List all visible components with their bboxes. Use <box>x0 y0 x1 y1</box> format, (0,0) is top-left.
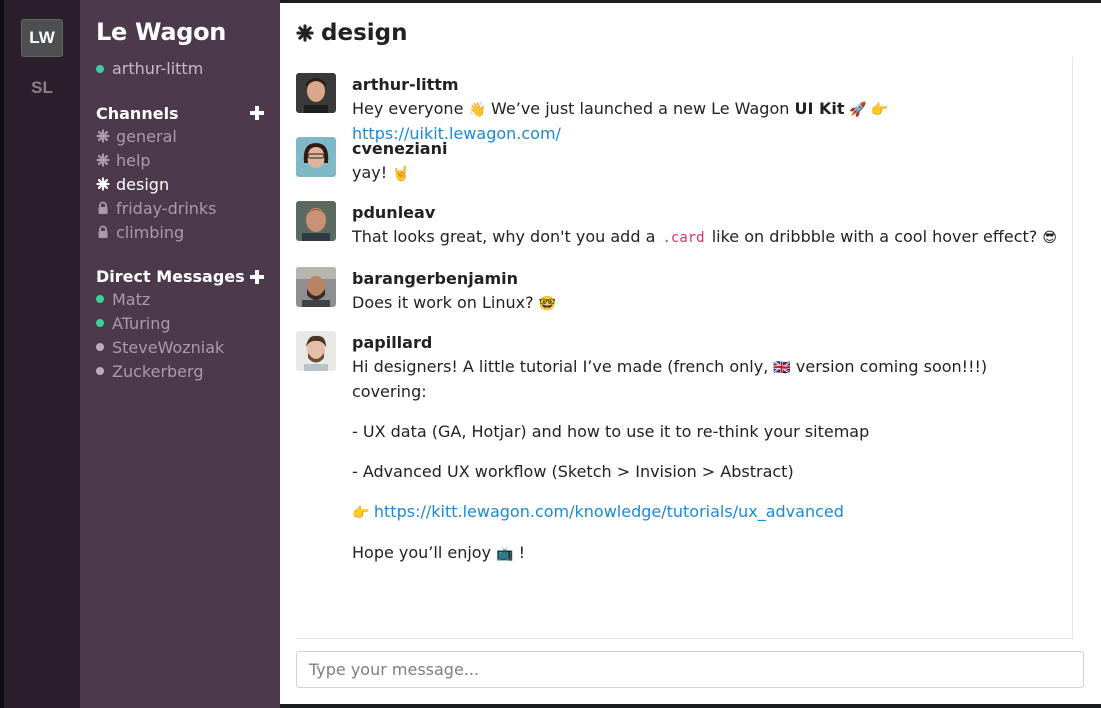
message-paragraph: Hi designers! A little tutorial I’ve mad… <box>352 355 1062 404</box>
team-sl-button[interactable]: SL <box>21 69 63 107</box>
message-author: barangerbenjamin <box>352 269 519 288</box>
avatar <box>296 201 336 241</box>
rocket-pointing-icon: 🚀 👉 <box>844 102 889 118</box>
lock-icon <box>96 201 110 215</box>
chat-panel: design arthur-littm Hey everyone 👋 We’ve… <box>280 3 1101 704</box>
message-text-part: Hey everyone <box>352 99 469 118</box>
dm-item-label: Matz <box>112 289 151 309</box>
hash-icon <box>296 24 314 42</box>
avatar <box>296 73 336 113</box>
dm-item-aturing[interactable]: ATuring <box>96 311 276 335</box>
channel-item-climbing[interactable]: climbing <box>96 220 276 244</box>
channel-item-label: design <box>116 174 170 194</box>
channel-item-label: help <box>116 150 151 170</box>
dm-item-label: SteveWozniak <box>112 337 225 357</box>
sunglasses-face-icon: 😎 <box>1042 230 1057 246</box>
hash-icon <box>96 153 110 167</box>
dm-item-label: Zuckerberg <box>112 361 204 381</box>
hash-icon <box>96 177 110 191</box>
message-text-part: yay! <box>352 163 393 182</box>
avatar <box>296 137 336 177</box>
message-text-part: We’ve just launched a new Le Wagon <box>485 99 795 118</box>
message-paragraph: 👉 https://kitt.lewagon.com/knowledge/tut… <box>352 500 1062 525</box>
message-text-part: Hope you’ll enjoy <box>352 543 497 562</box>
online-status-icon <box>96 319 104 327</box>
online-status-icon <box>96 64 104 73</box>
hash-icon <box>96 129 110 143</box>
workspace-title: Le Wagon <box>96 18 227 46</box>
avatar <box>296 331 336 371</box>
dm-item-matz[interactable]: Matz <box>96 287 276 311</box>
current-user: arthur-littm <box>96 59 203 78</box>
message-author: cveneziani <box>352 139 448 158</box>
message-author: papillard <box>352 333 433 352</box>
message-paragraph: - UX data (GA, Hotjar) and how to use it… <box>352 422 870 441</box>
channel-item-general[interactable]: general <box>96 124 276 148</box>
message-input[interactable] <box>296 651 1084 688</box>
message-text-part: like on dribbble with a cool hover effec… <box>706 227 1043 246</box>
dm-item-zuckerberg[interactable]: Zuckerberg <box>96 359 276 383</box>
television-icon: 📺 <box>496 546 514 562</box>
lock-icon <box>96 225 110 239</box>
message-text-part: ! <box>513 543 526 562</box>
channel-list: general help design friday-drinks climbi… <box>96 124 276 244</box>
sidebar: Le Wagon arthur-littm Channels general h… <box>80 0 280 708</box>
message-text-part: Does it work on Linux? <box>352 293 539 312</box>
online-status-icon <box>96 295 104 303</box>
channel-item-label: climbing <box>116 222 185 242</box>
team-lw-button[interactable]: LW <box>21 19 63 57</box>
channels-heading: Channels <box>96 104 179 123</box>
message-paragraph: Hope you’ll enjoy 📺 ! <box>352 541 1062 566</box>
pointing-hand-icon: 👉 <box>352 505 374 521</box>
message-text: That looks great, why don't you add a .c… <box>352 225 1062 250</box>
add-direct-message-icon[interactable] <box>250 270 264 284</box>
message-text: Does it work on Linux? 🤓 <box>352 291 1062 316</box>
channel-header: design <box>296 20 407 46</box>
message-paragraph: - Advanced UX workflow (Sketch > Invisio… <box>352 462 794 481</box>
message-text-part: Hi designers! A little tutorial I’ve mad… <box>352 357 774 376</box>
dm-item-label: ATuring <box>112 313 171 333</box>
team-switcher: LW SL <box>4 0 80 708</box>
uk-flag-icon: 🇬🇧 <box>773 360 791 376</box>
offline-status-icon <box>96 367 104 375</box>
message-list: arthur-littm Hey everyone 👋 We’ve just l… <box>296 57 1073 639</box>
message-author: arthur-littm <box>352 75 459 94</box>
message-text: yay! 🤘 <box>352 161 1062 186</box>
channel-item-label: friday-drinks <box>116 198 217 218</box>
offline-status-icon <box>96 343 104 351</box>
message-bold-text: UI Kit <box>794 99 845 118</box>
message-text: Hi designers! A little tutorial I’ve mad… <box>352 355 1062 566</box>
add-channel-icon[interactable] <box>250 106 264 120</box>
channel-item-help[interactable]: help <box>96 148 276 172</box>
channel-item-label: general <box>116 126 177 146</box>
channel-title: design <box>321 20 408 46</box>
message-link[interactable]: https://kitt.lewagon.com/knowledge/tutor… <box>374 502 844 521</box>
inline-code: .card <box>662 230 705 246</box>
avatar <box>296 267 336 307</box>
rock-on-hand-icon: 🤘 <box>392 166 410 182</box>
dm-item-stevewozniak[interactable]: SteveWozniak <box>96 335 276 359</box>
direct-message-list: Matz ATuring SteveWozniak Zuckerberg <box>96 287 276 383</box>
channel-item-friday-drinks[interactable]: friday-drinks <box>96 196 276 220</box>
message-author: pdunleav <box>352 203 436 222</box>
nerd-face-icon: 🤓 <box>538 296 557 312</box>
message-text-part: That looks great, why don't you add a <box>352 227 661 246</box>
waving-hand-icon: 👋 <box>468 102 486 118</box>
direct-messages-heading: Direct Messages <box>96 267 245 286</box>
current-user-name: arthur-littm <box>112 59 204 78</box>
channel-item-design[interactable]: design <box>96 172 276 196</box>
